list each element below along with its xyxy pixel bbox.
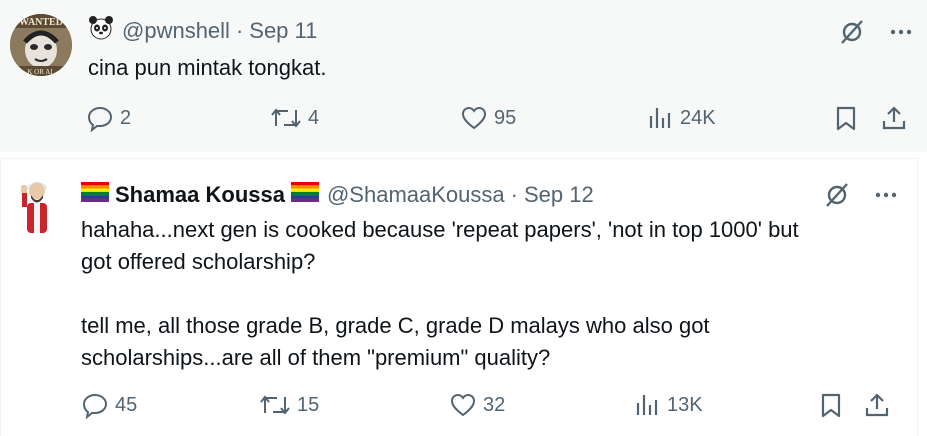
avatar-wanted-text: WANTED <box>19 17 63 28</box>
tweet-text: hahaha...next gen is cooked because 'rep… <box>81 217 799 370</box>
repost-button[interactable]: 4 <box>270 104 319 132</box>
timestamp[interactable]: Sep 12 <box>524 182 594 208</box>
views-button[interactable]: 24K <box>646 104 716 132</box>
share-button[interactable] <box>863 391 891 419</box>
tweet-shamaakoussa[interactable]: Shamaa Koussa @ShamaaKoussa · Sep 12 hah… <box>0 158 918 436</box>
repost-count: 15 <box>297 393 320 416</box>
reply-icon <box>81 391 109 419</box>
username[interactable]: @ShamaaKoussa <box>327 182 505 208</box>
like-button[interactable]: 95 <box>460 104 516 132</box>
repost-icon <box>259 391 291 419</box>
like-count: 95 <box>494 106 517 129</box>
separator-dot: · <box>510 182 518 207</box>
like-count: 32 <box>483 393 506 416</box>
tweet-corner-actions <box>823 181 899 209</box>
views-count: 24K <box>680 106 716 129</box>
display-name[interactable]: Shamaa Koussa <box>115 182 285 208</box>
rainbow-flag-icon <box>81 182 109 208</box>
more-icon[interactable] <box>873 182 899 208</box>
views-icon <box>646 104 674 132</box>
avatar[interactable]: WANTED K OR AL <box>10 14 72 76</box>
views-button[interactable]: 13K <box>633 391 703 419</box>
panda-icon <box>88 15 114 47</box>
timestamp[interactable]: Sep 11 <box>249 18 317 44</box>
share-icon <box>863 391 891 419</box>
like-icon <box>460 104 488 132</box>
bookmark-button[interactable] <box>832 104 860 132</box>
tweet-text: cina pun mintak tongkat. <box>88 55 327 80</box>
tweet-pwnshell[interactable]: WANTED K OR AL @pwnshell · Sep 11 cina p… <box>0 0 927 152</box>
bookmark-button[interactable] <box>817 391 845 419</box>
repost-button[interactable]: 15 <box>259 391 319 419</box>
more-icon[interactable] <box>888 19 914 45</box>
views-count: 13K <box>667 393 703 416</box>
like-icon <box>449 391 477 419</box>
like-button[interactable]: 32 <box>449 391 505 419</box>
repost-count: 4 <box>308 106 320 129</box>
views-icon <box>633 391 661 419</box>
share-icon <box>880 104 908 132</box>
rainbow-flag-icon <box>290 182 319 208</box>
tweet-header: Shamaa Koussa @ShamaaKoussa · Sep 12 <box>81 180 594 210</box>
reply-count: 45 <box>115 393 138 416</box>
username[interactable]: @pwnshell <box>122 18 230 44</box>
avatar[interactable] <box>17 179 57 239</box>
grok-icon[interactable] <box>838 18 866 46</box>
separator-dot: · <box>235 18 244 43</box>
grok-icon[interactable] <box>823 181 851 209</box>
reply-icon <box>86 104 114 132</box>
reply-button[interactable]: 45 <box>81 391 137 419</box>
repost-icon <box>270 104 302 132</box>
tweet-header: @pwnshell · Sep 11 <box>88 16 317 46</box>
share-button[interactable] <box>880 104 908 132</box>
reply-button[interactable]: 2 <box>86 104 131 132</box>
avatar-subtext: K OR AL <box>27 68 54 76</box>
bookmark-icon <box>832 104 860 132</box>
reply-count: 2 <box>120 106 132 129</box>
bookmark-icon <box>817 391 845 419</box>
tweet-corner-actions <box>838 18 914 46</box>
